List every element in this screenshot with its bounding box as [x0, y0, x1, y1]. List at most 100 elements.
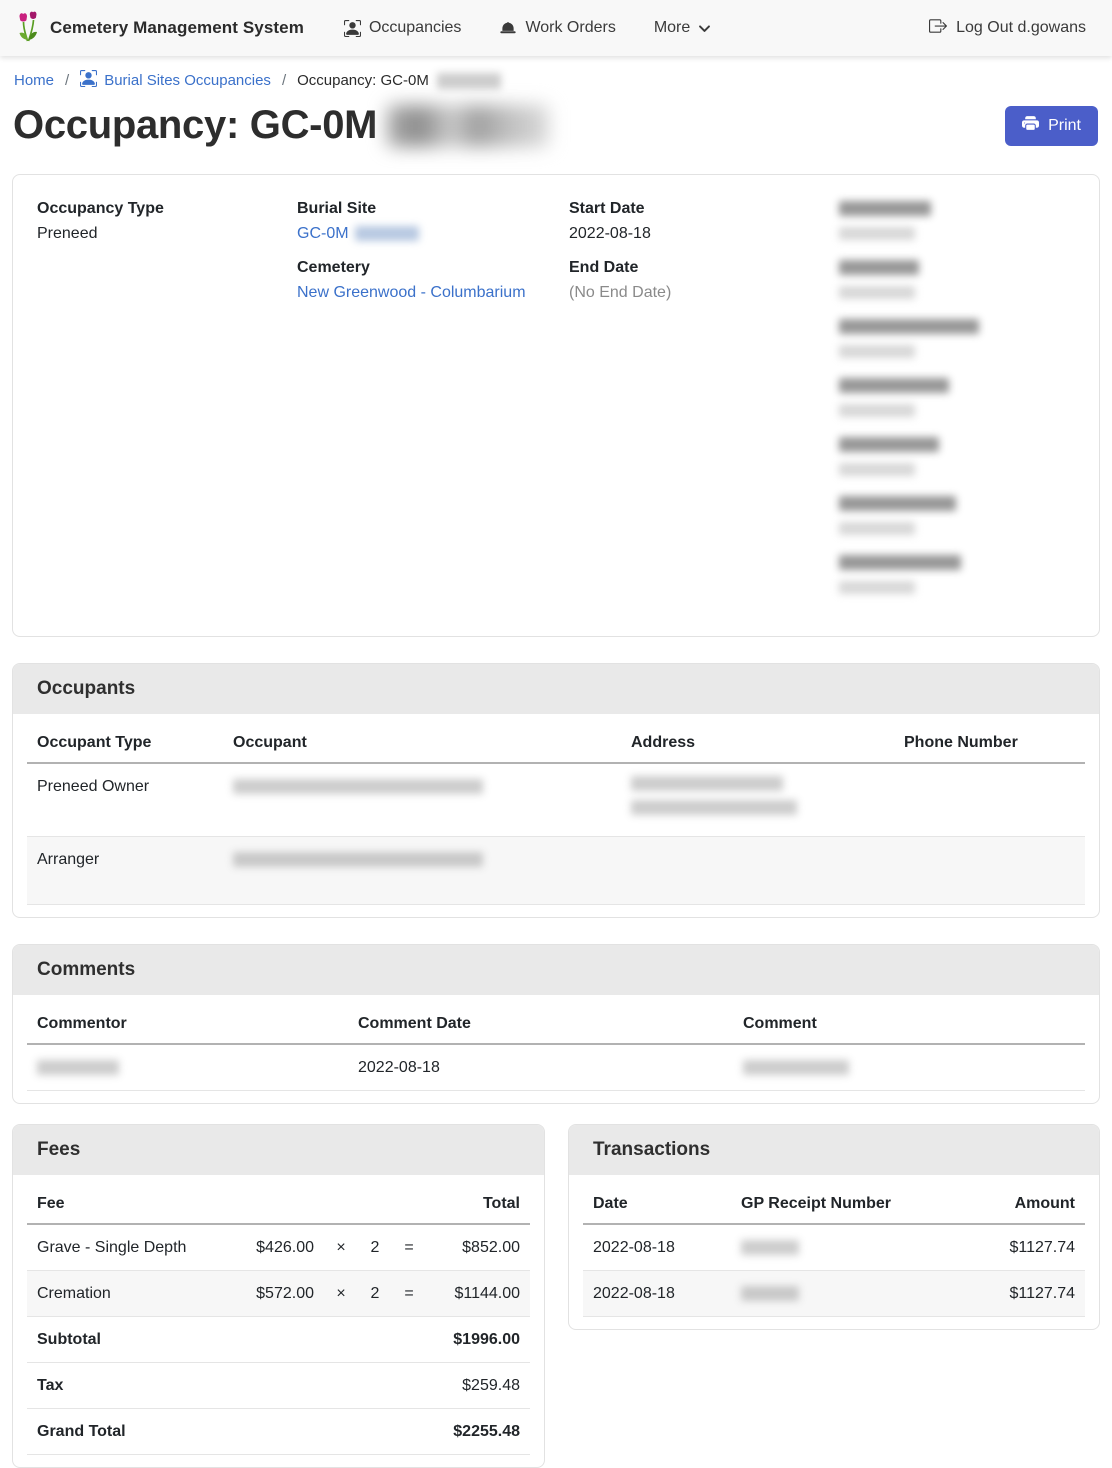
comments-table: Commentor Comment Date Comment 2022-08-1…	[27, 1003, 1085, 1091]
redacted-field	[839, 199, 1075, 244]
nav-label: Work Orders	[525, 19, 615, 37]
receipt-cell	[731, 1271, 970, 1317]
column-header: Comment Date	[348, 1003, 733, 1044]
logout-label: Log Out d.gowans	[956, 19, 1086, 37]
occupant-cell	[223, 763, 621, 837]
breadcrumb-home[interactable]: Home	[14, 72, 54, 89]
redacted-text	[839, 581, 915, 594]
breadcrumb-occupancies[interactable]: Burial Sites Occupancies	[80, 70, 271, 91]
fee-times-cell: ×	[324, 1271, 358, 1317]
field-value: 2022-08-18	[569, 224, 839, 244]
occupant-type-cell: Preneed Owner	[27, 763, 223, 837]
logout-icon	[929, 17, 947, 40]
transactions-section: Transactions Date GP Receipt Number Amou…	[568, 1124, 1100, 1330]
field-occupancy-type: Occupancy Type Preneed	[37, 199, 297, 244]
redacted-text	[839, 437, 939, 452]
summary-value: $1996.00	[227, 1317, 530, 1363]
subtotal-row: Subtotal $1996.00	[27, 1317, 530, 1363]
redacted-text	[839, 286, 915, 299]
column-header: GP Receipt Number	[731, 1183, 970, 1224]
redacted-field	[839, 258, 1075, 303]
redacted-field	[839, 435, 1075, 480]
redacted-text	[839, 260, 919, 275]
field-label: Occupancy Type	[37, 199, 297, 219]
field-burial-site: Burial Site GC-0M	[297, 199, 569, 244]
redacted-text	[839, 378, 949, 393]
nav-item-more[interactable]: More	[654, 19, 711, 37]
logout-button[interactable]: Log Out d.gowans	[929, 17, 1086, 40]
field-label: Burial Site	[297, 199, 569, 219]
brand[interactable]: Cemetery Management System	[16, 10, 304, 47]
fees-section: Fees Fee Total Grave - Single Depth $426…	[12, 1124, 545, 1468]
redacted-text	[233, 852, 483, 867]
field-label: End Date	[569, 258, 839, 278]
redacted-text	[233, 779, 483, 794]
receipt-cell	[731, 1224, 970, 1271]
occupants-section-title: Occupants	[13, 664, 1099, 714]
table-row: 2022-08-18	[27, 1044, 1085, 1091]
main-nav: Occupancies Work Orders More	[344, 19, 711, 37]
nav-item-work-orders[interactable]: Work Orders	[499, 19, 615, 37]
breadcrumb-separator: /	[282, 72, 286, 89]
person-bounding-box-icon	[80, 70, 97, 91]
amount-cell: $1127.74	[970, 1271, 1085, 1317]
print-button[interactable]: Print	[1005, 106, 1098, 146]
redacted-text	[839, 496, 956, 511]
fees-section-title: Fees	[13, 1125, 544, 1175]
field-end-date: End Date (No End Date)	[569, 258, 839, 303]
transaction-date-cell: 2022-08-18	[583, 1271, 731, 1317]
printer-icon	[1022, 115, 1039, 137]
redacted-field	[839, 553, 1075, 598]
occupants-table: Occupant Type Occupant Address Phone Num…	[27, 722, 1085, 905]
redacted-text	[631, 800, 797, 815]
fee-name-cell: Cremation	[27, 1271, 227, 1317]
column-header: Commentor	[27, 1003, 348, 1044]
table-row: Arranger	[27, 837, 1085, 905]
fee-total-cell: $1144.00	[426, 1271, 530, 1317]
details-column-1: Occupancy Type Preneed	[37, 199, 297, 612]
redacted-text	[437, 73, 501, 89]
field-label: Cemetery	[297, 258, 569, 278]
fee-qty-cell: 2	[358, 1224, 392, 1271]
comments-section-title: Comments	[13, 945, 1099, 995]
table-row: 2022-08-18 $1127.74	[583, 1271, 1085, 1317]
table-row: Grave - Single Depth $426.00 × 2 = $852.…	[27, 1224, 530, 1271]
fee-total-cell: $852.00	[426, 1224, 530, 1271]
phone-cell	[894, 763, 1085, 837]
fee-qty-cell: 2	[358, 1271, 392, 1317]
occupant-cell	[223, 837, 621, 905]
details-column-2: Burial Site GC-0M Cemetery New Greenwood…	[297, 199, 569, 612]
person-bounding-box-icon	[344, 20, 361, 37]
print-label: Print	[1048, 117, 1081, 135]
cemetery-link[interactable]: New Greenwood - Columbarium	[297, 284, 526, 301]
occupancy-details-card: Occupancy Type Preneed Burial Site GC-0M…	[12, 174, 1100, 637]
occupant-type-cell: Arranger	[27, 837, 223, 905]
redacted-text	[839, 522, 915, 535]
field-cemetery: Cemetery New Greenwood - Columbarium	[297, 258, 569, 303]
redacted-text	[839, 201, 931, 216]
tulip-logo-icon	[16, 10, 40, 47]
table-row: 2022-08-18 $1127.74	[583, 1224, 1085, 1271]
fee-equals-cell: =	[392, 1271, 426, 1317]
fee-unit-cell: $426.00	[227, 1224, 324, 1271]
fees-transactions-row: Fees Fee Total Grave - Single Depth $426…	[12, 1124, 1100, 1468]
fees-table: Fee Total Grave - Single Depth $426.00 ×…	[27, 1183, 530, 1455]
redacted-text	[741, 1286, 799, 1301]
table-row: Preneed Owner	[27, 763, 1085, 837]
column-header: Occupant	[223, 722, 621, 763]
field-value: Preneed	[37, 224, 297, 244]
page-title: Occupancy: GC-0M	[13, 103, 549, 148]
navbar: Cemetery Management System Occupancies W…	[0, 0, 1112, 56]
redacted-text	[631, 776, 783, 791]
transactions-table: Date GP Receipt Number Amount 2022-08-18…	[583, 1183, 1085, 1317]
burial-site-link[interactable]: GC-0M	[297, 225, 419, 242]
redacted-field	[839, 376, 1075, 421]
field-value: (No End Date)	[569, 283, 839, 303]
redacted-text	[387, 105, 549, 147]
fee-unit-cell: $572.00	[227, 1271, 324, 1317]
redacted-text	[839, 463, 915, 476]
nav-item-occupancies[interactable]: Occupancies	[344, 19, 462, 37]
redacted-text	[743, 1060, 849, 1075]
nav-label: Occupancies	[369, 19, 462, 37]
redacted-field	[839, 317, 1075, 362]
